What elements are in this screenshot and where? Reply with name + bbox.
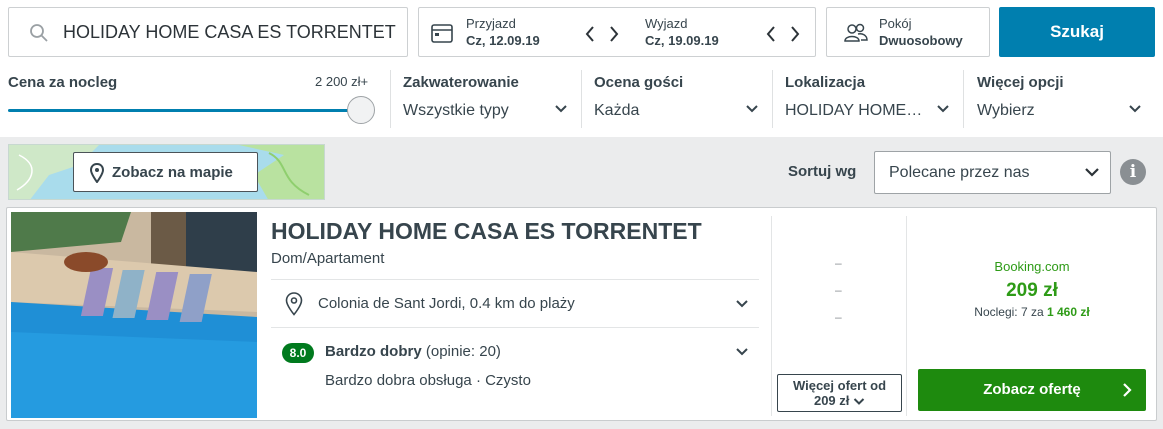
- guest-rating-filter[interactable]: Ocena gości Każda: [594, 70, 759, 128]
- price-slider-track[interactable]: [8, 109, 360, 112]
- chevron-down-icon[interactable]: [735, 347, 749, 357]
- destination-input[interactable]: HOLIDAY HOME CASA ES TORRENTET: [8, 7, 408, 57]
- hotel-photo-illustration: [11, 212, 257, 418]
- date-picker[interactable]: Przyjazd Cz, 12.09.19 Wyjazd Cz, 19.09.1…: [418, 7, 816, 57]
- divider: [271, 327, 759, 328]
- guests-icon: [844, 23, 868, 42]
- divider: [963, 70, 964, 128]
- more-offers-line1: Więcej ofert od: [792, 378, 887, 393]
- chevron-down-icon: [853, 398, 865, 405]
- price-max-value: 2 200 zł+: [315, 74, 369, 89]
- chevron-down-icon: [746, 105, 758, 113]
- divider: [771, 216, 772, 416]
- view-deal-label: Zobacz ofertę: [983, 381, 1081, 398]
- more-options-filter-title: Więcej opcji: [977, 74, 1064, 91]
- checkout-arrows[interactable]: [765, 22, 801, 45]
- rating-highlights: Bardzo dobra obsługa · Czysto: [325, 372, 531, 389]
- placeholder-dash: –: [835, 283, 842, 297]
- location-filter-title: Lokalizacja: [785, 74, 866, 91]
- chevron-down-icon[interactable]: [735, 299, 749, 309]
- divider: [772, 70, 773, 128]
- checkout-label: Wyjazd: [645, 16, 688, 31]
- sort-value: Polecane przez nas: [889, 164, 1030, 181]
- location-pin-icon: [285, 292, 303, 316]
- map-pin-icon: [90, 163, 104, 183]
- location-filter[interactable]: Lokalizacja HOLIDAY HOME…: [785, 70, 950, 128]
- checkout-value[interactable]: Cz, 19.09.19: [645, 33, 719, 48]
- search-icon: [30, 24, 48, 42]
- divider: [390, 70, 391, 128]
- guest-rating-filter-value: Każda: [594, 102, 640, 119]
- placeholder-dash: –: [835, 256, 842, 270]
- location-filter-value: HOLIDAY HOME…: [785, 102, 923, 119]
- rating-count: (opinie: 20): [425, 343, 501, 360]
- price[interactable]: 209 zł: [907, 280, 1157, 302]
- room-value: Dwuosobowy: [879, 33, 963, 48]
- room-label: Pokój: [879, 16, 912, 31]
- hotel-type: Dom/Apartament: [271, 250, 385, 267]
- rating-summary: Bardzo dobry (opinie: 20): [325, 343, 501, 360]
- info-icon[interactable]: i: [1120, 159, 1146, 185]
- chevron-down-icon: [937, 105, 949, 113]
- checkin-arrows[interactable]: [584, 22, 620, 45]
- chevron-left-icon[interactable]: [765, 25, 777, 43]
- view-deal-button[interactable]: Zobacz ofertę: [918, 369, 1146, 411]
- hotel-location: Colonia de Sant Jordi, 0.4 km do plaży: [318, 295, 575, 312]
- chevron-down-icon: [555, 105, 567, 113]
- hotel-result-card: HOLIDAY HOME CASA ES TORRENTET Dom/Apart…: [6, 207, 1157, 421]
- sort-label: Sortuj wg: [788, 163, 857, 180]
- chevron-left-icon[interactable]: [584, 25, 596, 43]
- accommodation-filter-title: Zakwaterowanie: [403, 74, 519, 91]
- divider: [271, 279, 759, 280]
- calendar-icon: [431, 24, 453, 43]
- rating-label: Bardzo dobry: [325, 343, 422, 360]
- guest-rating-filter-title: Ocena gości: [594, 74, 684, 91]
- accommodation-filter[interactable]: Zakwaterowanie Wszystkie typy: [403, 70, 568, 128]
- view-on-map-label: Zobacz na mapie: [112, 164, 233, 181]
- price-slider-handle[interactable]: [347, 96, 375, 124]
- room-selector[interactable]: Pokój Dwuosobowy: [826, 7, 990, 57]
- placeholder-dash: –: [835, 310, 842, 324]
- view-on-map-button[interactable]: Zobacz na mapie: [73, 152, 258, 192]
- divider: [581, 70, 582, 128]
- header-bar: HOLIDAY HOME CASA ES TORRENTET Przyjazd …: [0, 0, 1163, 137]
- checkin-value[interactable]: Cz, 12.09.19: [466, 33, 540, 48]
- price-filter-title: Cena za nocleg: [8, 74, 118, 91]
- accommodation-filter-value: Wszystkie typy: [403, 102, 509, 119]
- hotel-photo[interactable]: [11, 212, 257, 418]
- nights-total: 1 460 zł: [1047, 305, 1090, 319]
- sort-select[interactable]: Polecane przez nas: [874, 151, 1111, 194]
- chevron-right-icon[interactable]: [789, 25, 801, 43]
- chevron-right-icon: [1123, 383, 1132, 397]
- more-offers-button[interactable]: Więcej ofert od 209 zł: [777, 374, 902, 412]
- rating-badge: 8.0: [282, 343, 314, 363]
- more-options-filter-value: Wybierz: [977, 102, 1035, 119]
- more-offers-line2: 209 zł: [813, 393, 850, 408]
- search-button[interactable]: Szukaj: [999, 7, 1155, 57]
- more-options-filter[interactable]: Więcej opcji Wybierz: [977, 70, 1142, 128]
- partner-name[interactable]: Booking.com: [907, 259, 1157, 274]
- checkin-label: Przyjazd: [466, 16, 516, 31]
- nights-text: Noclegi: 7 za: [974, 305, 1044, 319]
- more-offers-line2-wrap: 209 zł: [778, 393, 901, 408]
- hotel-name[interactable]: HOLIDAY HOME CASA ES TORRENTET: [271, 218, 702, 245]
- chevron-right-icon[interactable]: [608, 25, 620, 43]
- destination-value: HOLIDAY HOME CASA ES TORRENTET: [63, 22, 396, 42]
- chevron-down-icon: [1129, 105, 1141, 113]
- nights-summary: Noclegi: 7 za 1 460 zł: [907, 305, 1157, 319]
- chevron-down-icon: [1085, 168, 1099, 177]
